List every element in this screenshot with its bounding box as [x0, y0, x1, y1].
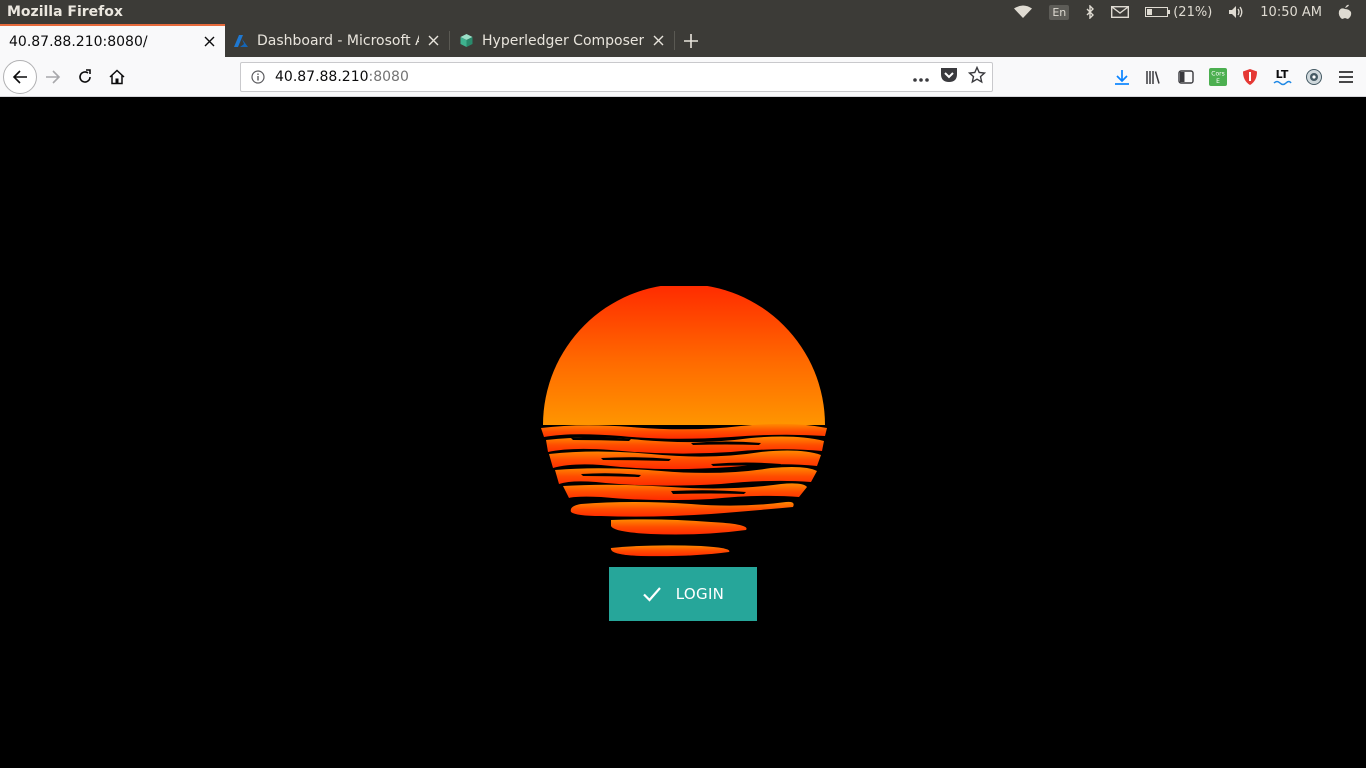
azure-icon: [233, 33, 249, 49]
close-icon[interactable]: [425, 33, 441, 49]
svg-text:Cors: Cors: [1211, 71, 1224, 78]
tab-label: 40.87.88.210:8080/: [9, 33, 148, 50]
keyboard-layout-label: En: [1049, 4, 1070, 20]
system-top-bar: Mozilla Firefox En (21%) 10:50 AM: [0, 0, 1366, 24]
site-info-icon[interactable]: [241, 70, 275, 84]
cube-icon: [458, 33, 474, 49]
sidebar-icon[interactable]: [1170, 61, 1202, 93]
navigation-toolbar: 40.87.88.210:8080 Cors E LT: [0, 57, 1366, 97]
battery-indicator[interactable]: (21%): [1137, 0, 1220, 24]
tab-label: Dashboard - Microsoft A: [257, 32, 419, 49]
url-host: 40.87.88.210: [275, 69, 369, 85]
pocket-icon[interactable]: [940, 67, 958, 87]
url-actions: [912, 65, 992, 88]
bookmark-star-icon[interactable]: [967, 65, 987, 88]
menu-icon[interactable]: [1330, 61, 1362, 93]
mail-icon[interactable]: [1103, 0, 1137, 24]
close-icon[interactable]: [650, 33, 666, 49]
system-indicators: En (21%) 10:50 AM: [1005, 0, 1366, 24]
sunset-logo: [541, 286, 827, 557]
svg-text:LT: LT: [1276, 68, 1289, 81]
home-icon: [109, 68, 125, 84]
volume-icon[interactable]: [1220, 0, 1252, 24]
checkmark-icon: [643, 587, 661, 602]
tab-dashboard[interactable]: Dashboard - Microsoft A: [225, 24, 449, 57]
tab-strip: 40.87.88.210:8080/ Dashboard - Microsoft…: [0, 24, 1366, 57]
plus-icon: [684, 33, 698, 48]
bluetooth-icon[interactable]: [1077, 0, 1103, 24]
forward-button[interactable]: [37, 61, 69, 93]
svg-text:E: E: [1216, 78, 1220, 85]
page-content: LOGIN: [0, 98, 1366, 768]
back-button[interactable]: [3, 59, 37, 94]
clock[interactable]: 10:50 AM: [1252, 0, 1330, 24]
battery-icon: [1145, 7, 1171, 17]
wifi-icon[interactable]: [1005, 0, 1041, 24]
url-port: :8080: [368, 69, 409, 85]
ghostery-icon[interactable]: [1298, 61, 1330, 93]
reload-button[interactable]: [69, 61, 101, 93]
home-button[interactable]: [101, 61, 133, 93]
back-icon: [12, 69, 27, 84]
app-title: Mozilla Firefox: [7, 4, 123, 20]
keyboard-layout-indicator[interactable]: En: [1041, 0, 1077, 24]
new-tab-button[interactable]: [675, 24, 707, 57]
library-icon[interactable]: [1138, 61, 1170, 93]
languagetool-icon[interactable]: LT: [1266, 61, 1298, 93]
close-icon[interactable]: [201, 34, 217, 50]
page-actions-icon[interactable]: [912, 68, 930, 87]
tab-hyperledger[interactable]: Hyperledger Composer: [450, 24, 674, 57]
login-label: LOGIN: [675, 585, 725, 603]
power-icon[interactable]: [1330, 0, 1360, 24]
reload-icon: [79, 68, 91, 83]
shield-extension-icon[interactable]: [1234, 61, 1266, 93]
tab-label: Hyperledger Composer: [482, 32, 644, 49]
toolbar-right: Cors E LT: [1106, 57, 1366, 97]
battery-percent: (21%): [1173, 4, 1213, 20]
forward-icon: [46, 69, 61, 84]
tab-active[interactable]: 40.87.88.210:8080/: [0, 24, 225, 57]
login-button[interactable]: LOGIN: [609, 567, 757, 621]
url-bar[interactable]: 40.87.88.210:8080: [240, 62, 993, 92]
cors-extension-icon[interactable]: Cors E: [1202, 61, 1234, 93]
download-icon[interactable]: [1106, 61, 1138, 93]
